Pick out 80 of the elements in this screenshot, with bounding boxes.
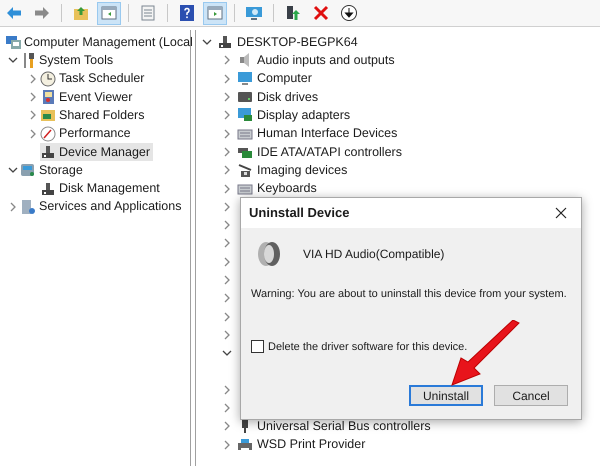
expand-chevron-icon[interactable] <box>222 220 232 230</box>
expand-chevron-icon[interactable] <box>222 55 232 66</box>
collapse-chevron-icon[interactable] <box>222 348 232 358</box>
close-icon <box>555 207 567 219</box>
clock-icon <box>40 70 56 87</box>
document-icon <box>139 4 157 22</box>
expand-chevron-icon[interactable] <box>222 403 232 414</box>
dialog-button[interactable]: Uninstall <box>409 385 483 406</box>
device-icon <box>40 144 56 160</box>
device-category[interactable]: Human Interface Devices <box>237 124 398 144</box>
monitor-icon <box>237 70 253 87</box>
warning-text: Warning: You are about to uninstall this device from your system. <box>250 287 568 302</box>
checkbox-label: Delete the driver software for this device. <box>268 340 468 354</box>
update-driver-icon <box>284 4 302 22</box>
tree-item[interactable]: Performance <box>40 124 134 144</box>
expand-chevron-icon[interactable] <box>222 330 232 340</box>
expand-chevron-icon[interactable] <box>222 165 232 176</box>
checkbox[interactable] <box>251 340 264 354</box>
panel-icon <box>206 4 224 22</box>
tree-item[interactable]: Shared Folders <box>40 106 148 125</box>
device-category[interactable]: Audio inputs and outputs <box>237 51 395 70</box>
tree-item[interactable]: Services and Applications <box>20 197 184 216</box>
expand-chevron-icon[interactable] <box>222 202 232 212</box>
tree-item[interactable]: Event Viewer <box>40 88 136 106</box>
tree-item[interactable]: Storage <box>20 160 86 180</box>
close-icon <box>312 4 330 22</box>
expand-chevron-icon[interactable] <box>222 74 232 84</box>
expand-chevron-icon[interactable] <box>222 110 232 120</box>
tree-item[interactable]: Computer Management (Local <box>5 32 196 52</box>
monitor-icon <box>245 4 263 22</box>
tree-item[interactable]: Task Scheduler <box>40 69 148 88</box>
expand-chevron-icon[interactable] <box>222 184 232 194</box>
help-icon <box>178 4 196 22</box>
expand-chevron-icon[interactable] <box>222 275 232 285</box>
storage-icon <box>20 162 36 178</box>
expand-chevron-icon[interactable] <box>222 238 232 248</box>
device-category[interactable]: Disk drives <box>237 88 318 106</box>
forward-arrow-icon <box>33 4 51 22</box>
disk-icon <box>40 180 56 197</box>
expand-chevron-icon[interactable] <box>222 440 232 450</box>
device-category[interactable]: Universal Serial Bus controllers <box>237 417 431 436</box>
expand-chevron-icon[interactable] <box>222 384 232 395</box>
panel-icon <box>100 4 118 22</box>
expand-chevron-icon[interactable] <box>222 293 232 304</box>
collapse-chevron-icon[interactable] <box>202 37 212 48</box>
expand-chevron-icon[interactable] <box>222 421 232 432</box>
expand-chevron-icon[interactable] <box>222 312 232 322</box>
gauge-icon <box>40 126 56 142</box>
dialog-title: Uninstall Device <box>249 204 350 222</box>
folder-icon <box>40 107 56 124</box>
expand-chevron-icon[interactable] <box>222 92 232 102</box>
log-icon <box>40 89 56 106</box>
device-category[interactable]: Imaging devices <box>237 160 348 180</box>
folder-icon <box>72 4 90 22</box>
computer-icon <box>5 34 21 50</box>
collapse-chevron-icon[interactable] <box>8 165 18 176</box>
expand-chevron-icon[interactable] <box>222 146 232 157</box>
expand-chevron-icon[interactable] <box>28 74 38 84</box>
expand-chevron-icon[interactable] <box>28 92 38 102</box>
printer-icon <box>237 436 253 453</box>
device-category[interactable]: Keyboards <box>237 179 317 198</box>
expand-chevron-icon[interactable] <box>28 110 38 120</box>
services-icon <box>20 198 36 215</box>
device-category[interactable]: WSD Print Provider <box>237 435 366 454</box>
expand-chevron-icon[interactable] <box>8 202 18 212</box>
device-category[interactable]: IDE ATA/ATAPI controllers <box>237 142 402 162</box>
device-category[interactable]: Computer <box>237 69 312 88</box>
expand-chevron-icon[interactable] <box>222 128 232 139</box>
device-name: VIA HD Audio(Compatible) <box>303 246 444 263</box>
device-icon <box>217 34 233 50</box>
device-category[interactable]: Display adapters <box>237 106 350 125</box>
display-icon <box>237 107 253 124</box>
tree-item[interactable]: System Tools <box>20 51 116 70</box>
expand-chevron-icon[interactable] <box>28 128 38 139</box>
tree-item[interactable]: Disk Management <box>40 179 163 198</box>
tree-item[interactable]: Device Manager <box>40 142 154 162</box>
dialog-button[interactable]: Cancel <box>494 385 568 406</box>
expand-chevron-icon[interactable] <box>222 256 232 267</box>
computer-node[interactable]: DESKTOP-BEGPK64 <box>217 32 358 52</box>
collapse-chevron-icon[interactable] <box>8 55 18 66</box>
